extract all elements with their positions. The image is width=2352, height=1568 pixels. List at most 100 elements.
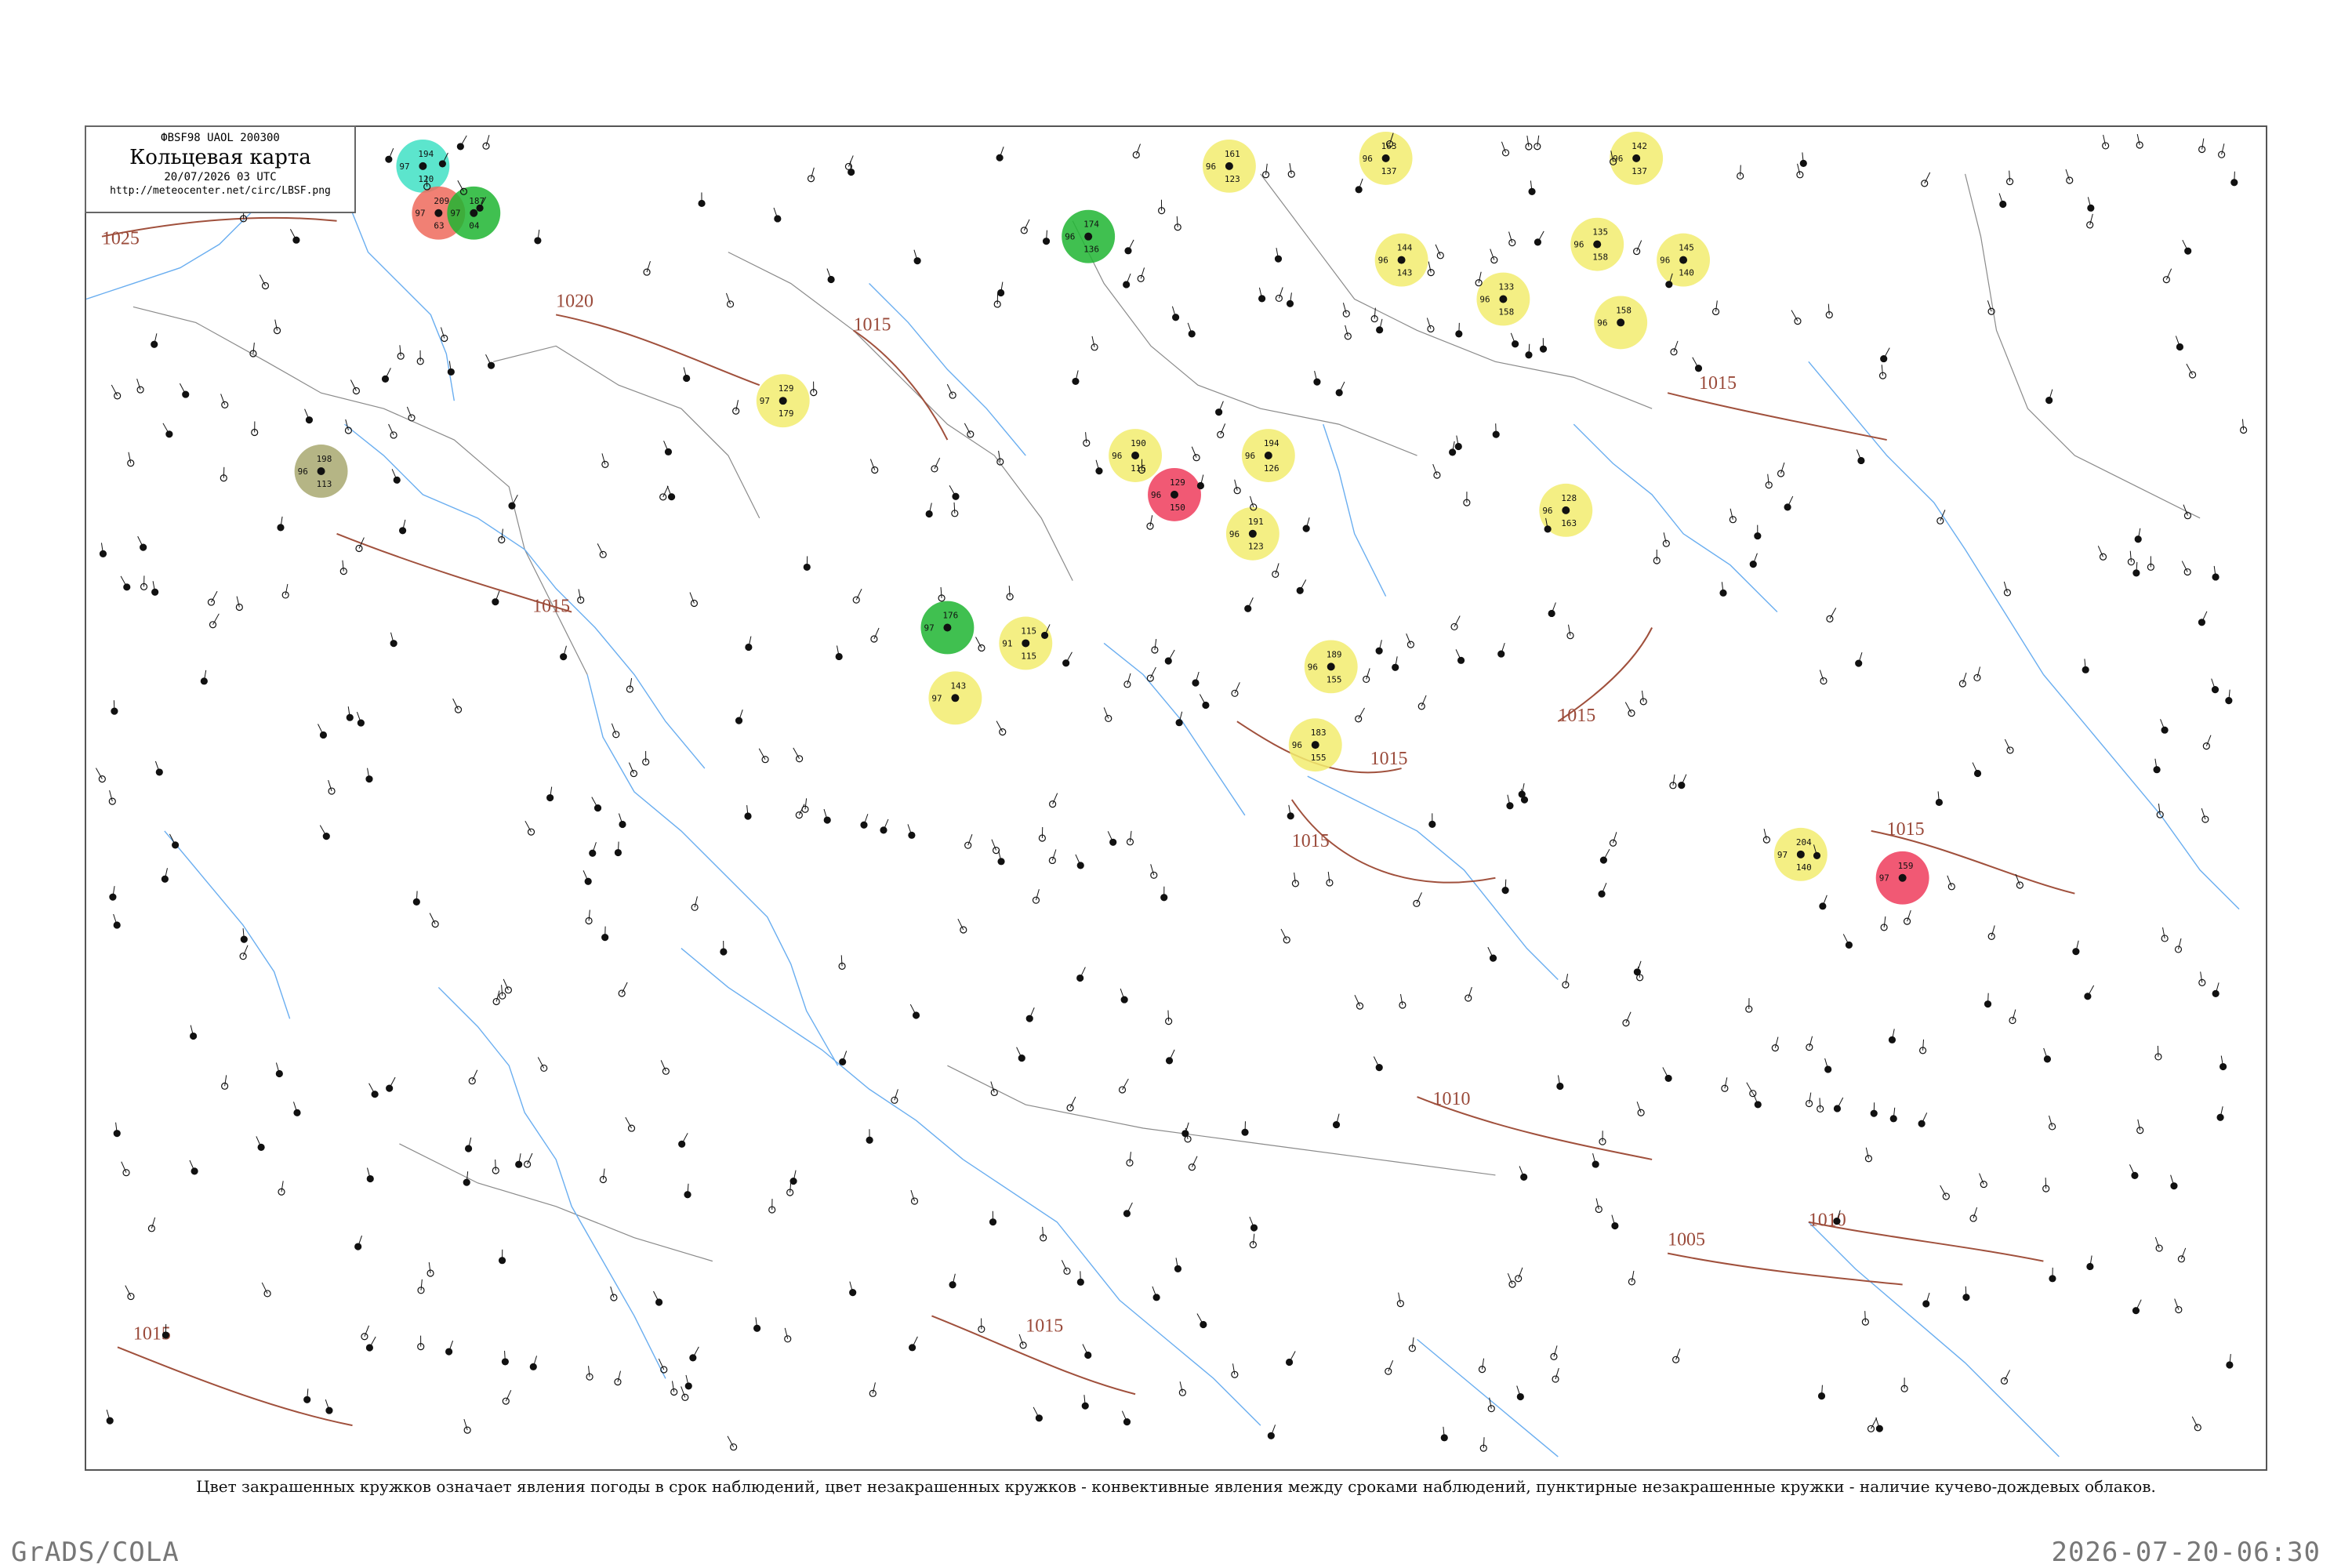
station-olive[interactable]: 198 96 113 xyxy=(294,445,348,498)
station-top: 133 xyxy=(1498,282,1514,292)
station-marker xyxy=(292,236,300,244)
wind-barb xyxy=(1489,1397,1492,1409)
station-dot xyxy=(1084,232,1093,241)
wind-barb xyxy=(1085,432,1087,444)
station-yellow[interactable]: 133 96 158 xyxy=(1476,272,1530,326)
wind-barb xyxy=(1715,300,1718,312)
wind-barb xyxy=(1481,1358,1485,1370)
station-left: 97 xyxy=(931,693,942,703)
station-yellow[interactable]: 115 91 115 xyxy=(999,616,1053,670)
isobar-label: 1015 xyxy=(1370,749,1408,769)
wind-barb xyxy=(1495,423,1497,435)
station-marker xyxy=(2087,204,2095,212)
wind-barb xyxy=(1636,1102,1642,1113)
station-dot xyxy=(1131,452,1140,460)
wind-barb xyxy=(588,1366,590,1377)
station-yellow[interactable]: 135 96 158 xyxy=(1570,217,1624,271)
wind-barb xyxy=(804,798,808,810)
station-bottom: 137 xyxy=(1381,166,1397,176)
wind-barb xyxy=(252,342,255,354)
station-left: 96 xyxy=(1308,662,1318,672)
station-left: 97 xyxy=(924,623,934,633)
station-yellow[interactable]: 143 97 xyxy=(928,671,982,725)
station-green[interactable]: 187 97 04 xyxy=(447,186,501,240)
station-red[interactable]: 159 97 xyxy=(1875,851,1929,905)
station-marker xyxy=(540,1064,548,1073)
station-yellow[interactable]: 19096115 xyxy=(1109,429,1163,482)
station-yellow[interactable]: 189 96 155 xyxy=(1304,640,1358,694)
map-url[interactable]: http://meteocenter.net/circ/LBSF.png xyxy=(86,185,354,197)
isobar-label: 1015 xyxy=(1699,373,1737,394)
station-bottom: 179 xyxy=(779,408,794,419)
station-top: 189 xyxy=(1327,649,1342,659)
station-marker xyxy=(1124,247,1132,255)
station-red[interactable]: 129 96 150 xyxy=(1148,467,1201,521)
synoptic-map[interactable]: 1025 1020 1015 1015 1015 1015 1015 1015 1015 1015… xyxy=(86,127,2266,1469)
station-marker xyxy=(1918,1120,1926,1127)
station-marker xyxy=(1032,896,1040,904)
station-green[interactable]: 176 97 xyxy=(920,601,975,655)
station-marker xyxy=(1192,679,1200,687)
station-left: 96 xyxy=(1660,256,1670,266)
wind-barb xyxy=(2241,419,2245,430)
station-marker xyxy=(352,387,361,395)
wind-barb xyxy=(224,1075,227,1087)
station-yellow[interactable]: 194 96 126 xyxy=(1241,429,1295,482)
wind-barb xyxy=(223,466,225,478)
wind-barb xyxy=(495,1160,496,1171)
station-marker xyxy=(2161,935,2169,942)
station-marker xyxy=(1824,1065,1832,1073)
wind-barb xyxy=(1232,1363,1236,1375)
isobar-label: 1015 xyxy=(1887,819,1925,840)
wind-barb xyxy=(1518,1267,1523,1279)
station-top: 163 xyxy=(1381,141,1397,151)
station-yellow[interactable]: 129 97 179 xyxy=(756,374,810,428)
station-marker xyxy=(1049,800,1057,808)
station-yellow[interactable]: 163 96 137 xyxy=(1359,131,1413,185)
station-marker xyxy=(281,591,289,599)
station-dot xyxy=(1171,490,1178,499)
wind-barb xyxy=(1135,143,1141,155)
wind-barb xyxy=(281,1181,284,1192)
station-marker xyxy=(1427,269,1435,277)
station-bottom: 150 xyxy=(1170,503,1185,513)
station-marker xyxy=(263,1290,271,1298)
station-bottom: 123 xyxy=(1225,174,1240,184)
station-marker xyxy=(880,826,887,834)
station-left: 96 xyxy=(298,466,308,477)
wind-barb xyxy=(953,502,956,514)
wind-barb xyxy=(1767,474,1769,485)
station-yellow[interactable]: 183 96 155 xyxy=(1288,718,1342,772)
map-title-box: ФBSF98 UAOL 200300 Кольцевая карта 20/07… xyxy=(85,125,356,213)
wind-barb xyxy=(2174,1298,2180,1310)
station-marker xyxy=(2049,1123,2056,1131)
station-yellow[interactable]: 14296137 xyxy=(1610,131,1664,185)
station-marker xyxy=(2000,1377,2009,1385)
station-marker xyxy=(1671,1356,1680,1363)
station-top: 128 xyxy=(1561,493,1577,503)
station-marker xyxy=(1076,862,1084,869)
wind-barb xyxy=(1327,871,1330,884)
station-left: 96 xyxy=(1292,740,1302,750)
station-marker xyxy=(627,1124,636,1132)
station-yellow[interactable]: 161 96 123 xyxy=(1202,139,1256,193)
station-marker xyxy=(1355,715,1363,723)
station-marker xyxy=(2183,512,2192,520)
station-yellow[interactable]: 158 96 xyxy=(1594,296,1648,350)
station-bottom: 136 xyxy=(1083,245,1099,255)
station-dot xyxy=(1617,318,1625,327)
station-left: 96 xyxy=(1229,529,1240,539)
station-marker xyxy=(630,769,637,778)
station-marker xyxy=(643,268,651,276)
station-marker xyxy=(1417,702,1425,710)
station-marker xyxy=(1196,481,1204,490)
wind-barb xyxy=(1018,1334,1024,1346)
station-green[interactable]: 174 96 136 xyxy=(1062,209,1116,263)
wind-barb xyxy=(1641,690,1644,702)
station-bottom: 155 xyxy=(1327,674,1342,684)
wind-barb xyxy=(2200,971,2203,983)
station-yellow[interactable]: 145 96 140 xyxy=(1657,233,1711,287)
station-yellow[interactable]: 144 96 143 xyxy=(1374,233,1428,287)
station-yellow[interactable]: 191 96 123 xyxy=(1225,506,1279,561)
station-marker xyxy=(438,160,446,168)
